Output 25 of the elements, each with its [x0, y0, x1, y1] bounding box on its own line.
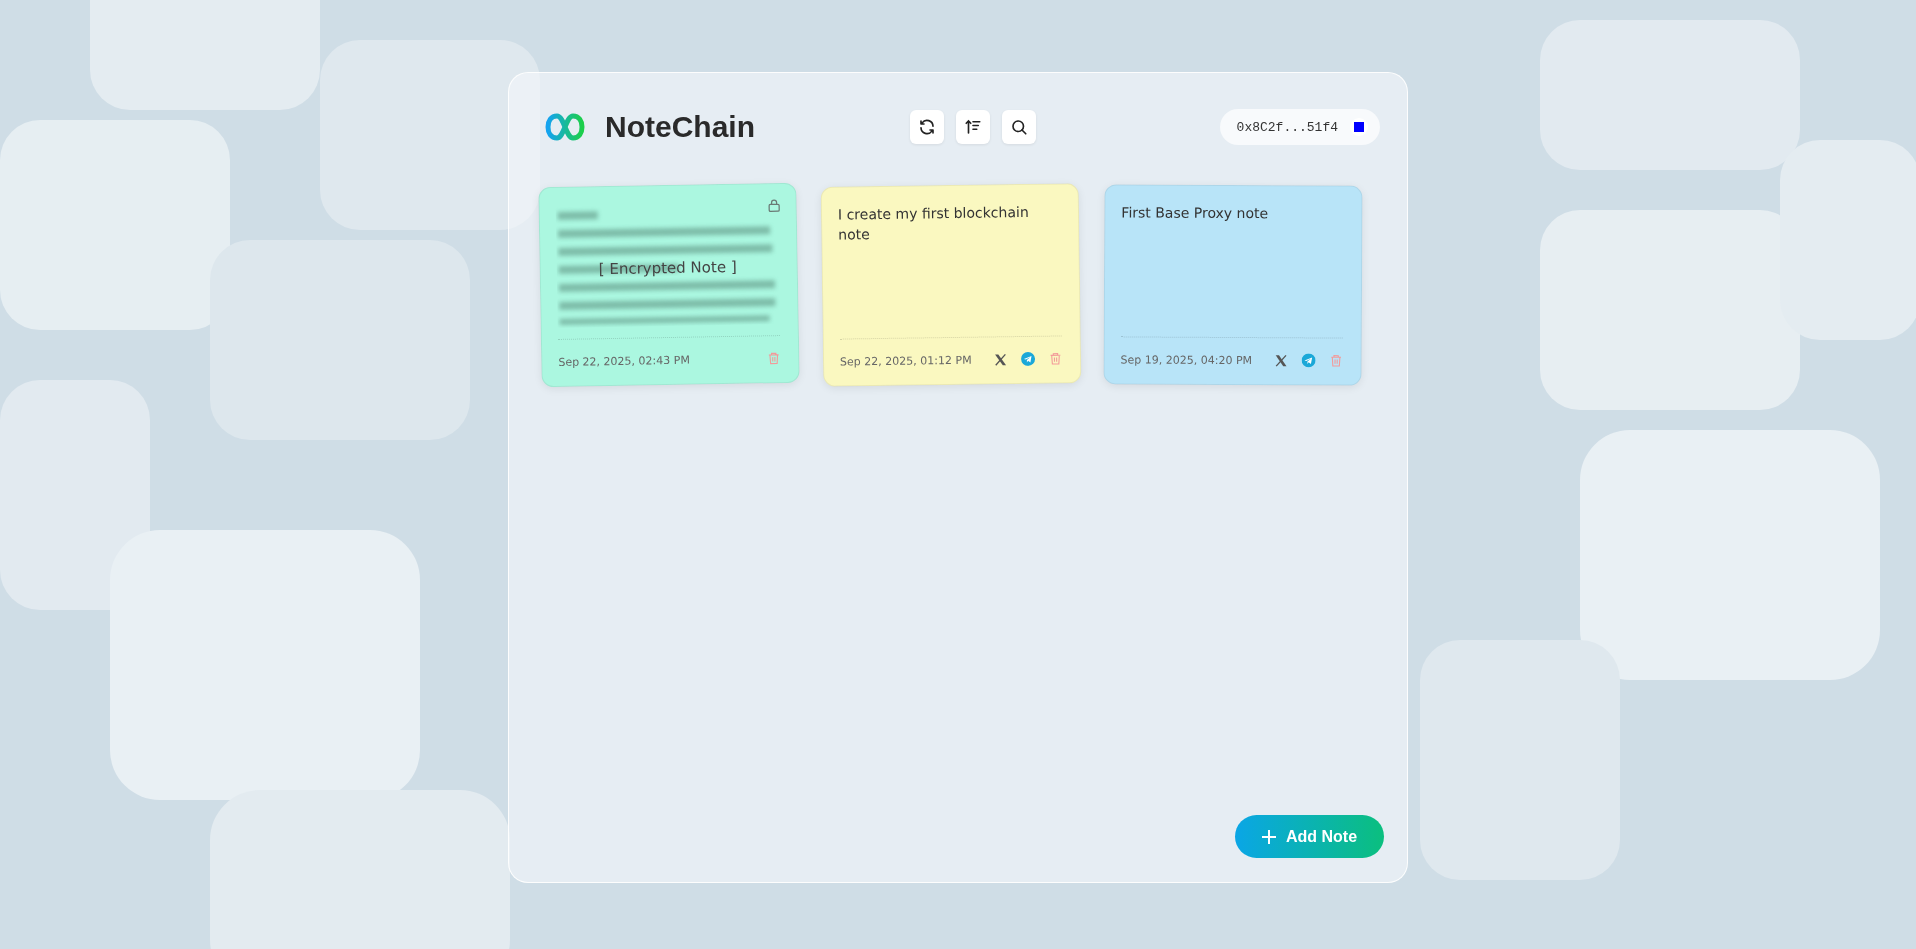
identicon-icon	[1350, 118, 1368, 136]
lock-icon	[766, 198, 782, 214]
refresh-button[interactable]	[910, 110, 944, 144]
note-text: I create my first blockchain note	[837, 202, 1030, 245]
note-card[interactable]: First Base Proxy note Sep 19, 2025, 04:20 PM	[1103, 184, 1363, 386]
note-card[interactable]: [ Encrypted Note ] Sep 22, 2025, 02:43 PM	[538, 182, 800, 388]
search-icon	[1010, 118, 1028, 136]
refresh-icon	[918, 118, 936, 136]
app-title: NoteChain	[605, 110, 755, 144]
x-icon[interactable]	[993, 352, 1008, 366]
sort-button[interactable]	[956, 110, 990, 144]
note-text: First Base Proxy note	[1121, 203, 1269, 224]
sort-icon	[964, 118, 982, 136]
paper-plane-icon[interactable]	[1301, 353, 1316, 368]
encrypted-label: [ Encrypted Note ]	[598, 256, 737, 281]
logo-icon	[545, 112, 585, 142]
paper-plane-icon[interactable]	[1020, 351, 1036, 367]
note-date: Sep 22, 2025, 02:43 PM	[558, 352, 691, 369]
wallet-address[interactable]: 0x8C2f...51f4	[1219, 109, 1380, 145]
note-date: Sep 22, 2025, 01:12 PM	[839, 353, 973, 369]
search-button[interactable]	[1002, 110, 1036, 144]
plus-icon	[1261, 829, 1276, 844]
x-icon[interactable]	[1274, 353, 1288, 367]
note-card[interactable]: I create my first blockchain note Sep 22, 2025, 01:12 PM	[820, 183, 1082, 387]
note-date: Sep 19, 2025, 04:20 PM	[1120, 352, 1254, 367]
